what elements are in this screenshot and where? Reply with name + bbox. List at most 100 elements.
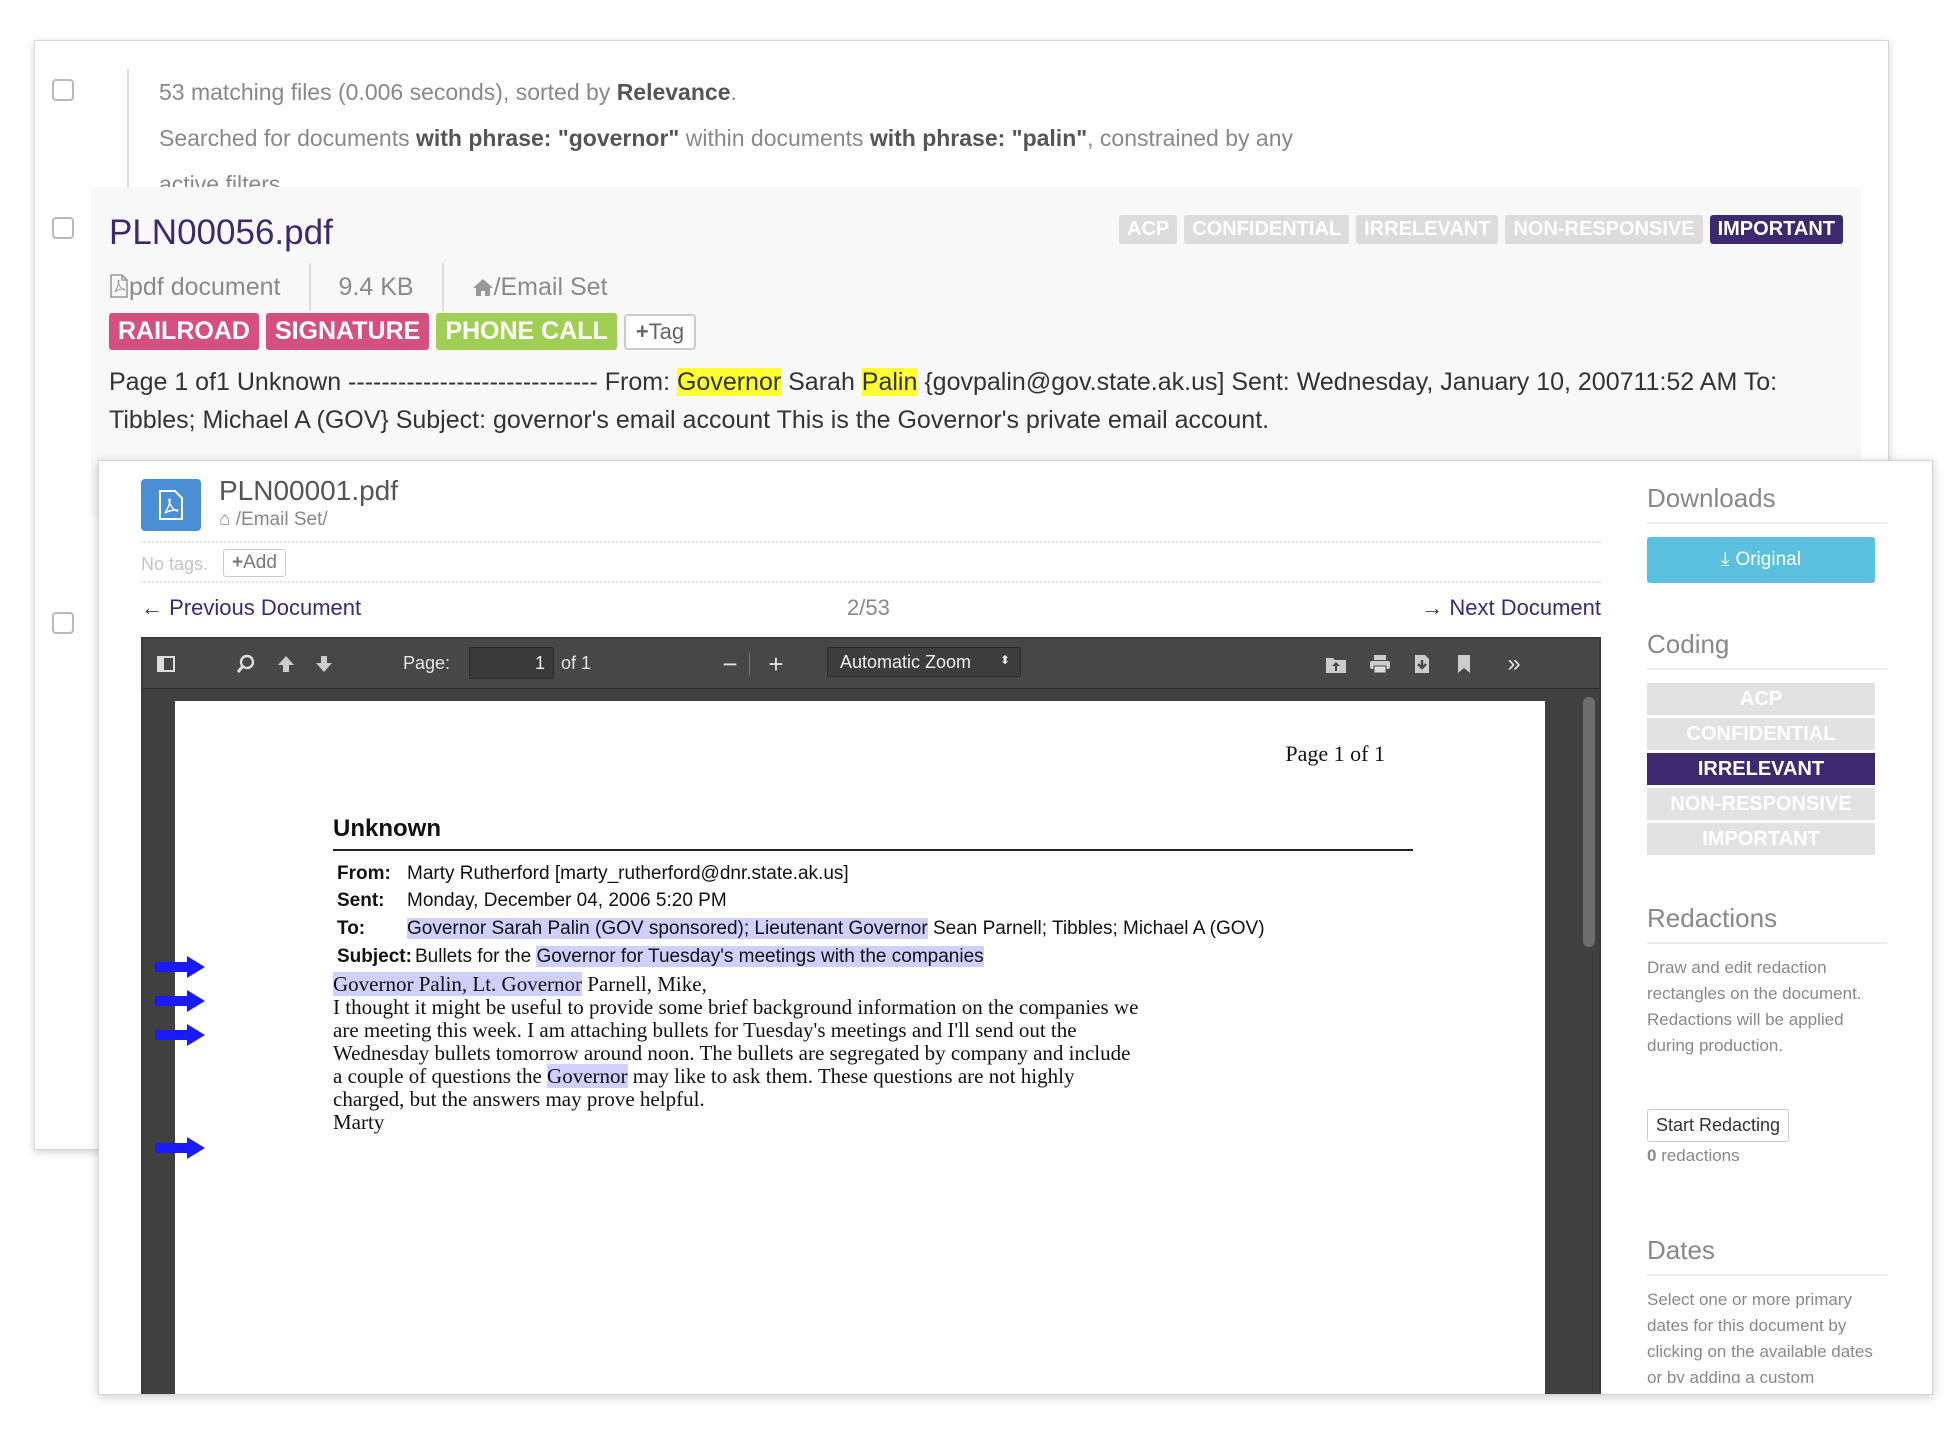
- tag-phone-call[interactable]: PHONE CALL: [436, 313, 617, 350]
- phrase-1: with phrase: "governor": [415, 125, 680, 151]
- page-header: Page 1 of 1: [1285, 741, 1385, 766]
- tools-icon[interactable]: »: [1497, 647, 1531, 681]
- body-line-part: a couple of questions the: [333, 1064, 548, 1088]
- body-line: charged, but the answers may prove helpf…: [333, 1087, 705, 1111]
- pdf-page: Page 1 of 1 Unknown From: Marty Rutherfo…: [175, 701, 1545, 1394]
- start-redacting-button[interactable]: Start Redacting: [1647, 1109, 1790, 1142]
- arrow-right-icon: [155, 1137, 205, 1159]
- pdf-file-icon: [110, 274, 128, 298]
- redaction-count: 0 redactions: [1647, 1143, 1875, 1169]
- zoom-out-icon[interactable]: −: [713, 647, 747, 681]
- document-title: PLN00001.pdf: [219, 475, 399, 506]
- body-line: I thought it might be useful to provide …: [333, 995, 1139, 1019]
- original-label: Original: [1735, 549, 1801, 570]
- search-highlight: Governor Palin, Lt. Governor: [333, 972, 583, 996]
- previous-document-link[interactable]: ← Previous Document: [141, 593, 361, 623]
- next-page-icon[interactable]: [307, 647, 341, 681]
- download-original-button[interactable]: ⤓ Original: [1647, 537, 1875, 583]
- add-tag-button[interactable]: +Tag: [623, 313, 697, 350]
- coding-important[interactable]: IMPORTANT: [1647, 823, 1875, 855]
- result-title[interactable]: PLN00056.pdf: [109, 213, 333, 253]
- sent-value: Monday, December 04, 2006 5:20 PM: [407, 890, 727, 911]
- subject-value: Bullets for the Governor for Tuesday's m…: [415, 946, 984, 968]
- coding-badges: ACP CONFIDENTIAL IRRELEVANT NON-RESPONSI…: [1119, 215, 1843, 244]
- result-checkbox-2[interactable]: [52, 612, 74, 634]
- result-tags: RAILROAD SIGNATURE PHONE CALL +Tag: [109, 313, 697, 350]
- arrow-right-icon: [155, 1024, 205, 1046]
- to-value: Governor Sarah Palin (GOV sponsored); Li…: [407, 918, 1265, 940]
- tag-signature[interactable]: SIGNATURE: [265, 313, 430, 350]
- redactions-help: Draw and edit redaction rectangles on th…: [1647, 958, 1862, 1055]
- bookmark-icon[interactable]: [1447, 647, 1481, 681]
- coding-badge-acp: ACP: [1119, 215, 1178, 244]
- add-tag-button[interactable]: +Add: [223, 549, 286, 577]
- search-prefix: Searched for documents: [159, 125, 410, 151]
- email-body: Governor Palin, Lt. Governor Parnell, Mi…: [333, 972, 1433, 1134]
- downloads-title: Downloads: [1647, 483, 1887, 524]
- pdf-document-icon: [141, 479, 201, 531]
- dates-help: Select one or more primary dates for thi…: [1647, 1290, 1873, 1383]
- open-file-icon[interactable]: [1319, 647, 1353, 681]
- to-label: To:: [337, 918, 366, 939]
- print-icon[interactable]: [1363, 647, 1397, 681]
- tag-railroad[interactable]: RAILROAD: [109, 313, 259, 350]
- greeting-rest: Parnell, Mike,: [582, 972, 707, 996]
- period: .: [730, 79, 737, 105]
- file-size: 9.4 KB: [308, 263, 442, 311]
- pdf-toolbar: Page: of 1 − + Automatic Zoom ⬍ »: [143, 639, 1599, 689]
- document-viewer-panel: PLN00001.pdf ⌂ /Email Set/ No tags. +Add…: [98, 460, 1933, 1395]
- sent-label: Sent:: [337, 890, 385, 911]
- pdf-scrollbar[interactable]: [1583, 697, 1595, 947]
- plus-icon: +: [635, 318, 649, 344]
- phrase-2: with phrase: "palin": [869, 125, 1088, 151]
- no-tags-label: No tags.: [141, 554, 209, 574]
- result-checkbox[interactable]: [52, 217, 74, 239]
- coding-confidential[interactable]: CONFIDENTIAL: [1647, 718, 1875, 750]
- add-tag-label: Tag: [648, 318, 685, 344]
- file-path[interactable]: /Email Set: [441, 263, 636, 311]
- body-line: are meeting this week. I am attaching bu…: [333, 1018, 1077, 1042]
- arrow-left-icon: ←: [141, 595, 163, 620]
- document-path[interactable]: ⌂ /Email Set/: [219, 509, 328, 531]
- arrow-right-icon: [155, 990, 205, 1012]
- result-count: 53 matching files (0.006 seconds), sorte…: [159, 79, 611, 105]
- next-document-link[interactable]: → Next Document: [1421, 593, 1601, 623]
- toolbar-separator: [749, 653, 750, 675]
- download-icon[interactable]: [1405, 647, 1439, 681]
- signature: Marty: [333, 1110, 385, 1134]
- dates-title: Dates: [1647, 1235, 1887, 1276]
- snippet-part: Page 1 of1 Unknown ---------------------…: [109, 368, 677, 396]
- document-path-label: /Email Set/: [235, 509, 328, 530]
- file-path-label: /Email Set: [493, 273, 608, 301]
- email-heading: Unknown: [333, 815, 441, 842]
- body-line: Wednesday bullets tomorrow around noon. …: [333, 1041, 1131, 1065]
- zoom-in-icon[interactable]: +: [759, 647, 793, 681]
- redaction-count-suffix: redactions: [1656, 1146, 1740, 1165]
- divider: [141, 581, 1601, 583]
- file-type-label: pdf document: [129, 273, 281, 301]
- select-all-checkbox[interactable]: [52, 79, 74, 101]
- sidebar-toggle-icon[interactable]: [149, 647, 183, 681]
- sort-key[interactable]: Relevance: [617, 79, 731, 105]
- coding-acp[interactable]: ACP: [1647, 683, 1875, 715]
- result-meta: pdf document 9.4 KB /Email Set: [109, 263, 636, 311]
- to-rest: Sean Parnell; Tibbles; Michael A (GOV): [927, 918, 1265, 939]
- zoom-select[interactable]: Automatic Zoom ⬍: [827, 647, 1021, 677]
- redactions-title: Redactions: [1647, 903, 1887, 944]
- search-highlight: Governor for Tuesday's meetings with the…: [536, 946, 984, 967]
- previous-page-icon[interactable]: [269, 647, 303, 681]
- coding-badge-irrelevant: IRRELEVANT: [1356, 215, 1499, 244]
- search-highlight: Governor: [547, 1064, 628, 1088]
- chevron-updown-icon: ⬍: [999, 653, 1010, 667]
- subject-label: Subject:: [337, 946, 412, 967]
- find-icon[interactable]: [229, 647, 263, 681]
- heading-rule: [333, 849, 1413, 851]
- body-line-part: may like to ask them. These questions ar…: [627, 1064, 1075, 1088]
- coding-irrelevant[interactable]: IRRELEVANT: [1647, 753, 1875, 785]
- page-number-input[interactable]: [469, 647, 554, 679]
- add-label: Add: [243, 552, 277, 573]
- coding-non-responsive[interactable]: NON-RESPONSIVE: [1647, 788, 1875, 820]
- download-icon: ⤓: [1721, 549, 1730, 570]
- next-document-label: Next Document: [1449, 595, 1601, 620]
- coding-badge-non-responsive: NON-RESPONSIVE: [1505, 215, 1703, 244]
